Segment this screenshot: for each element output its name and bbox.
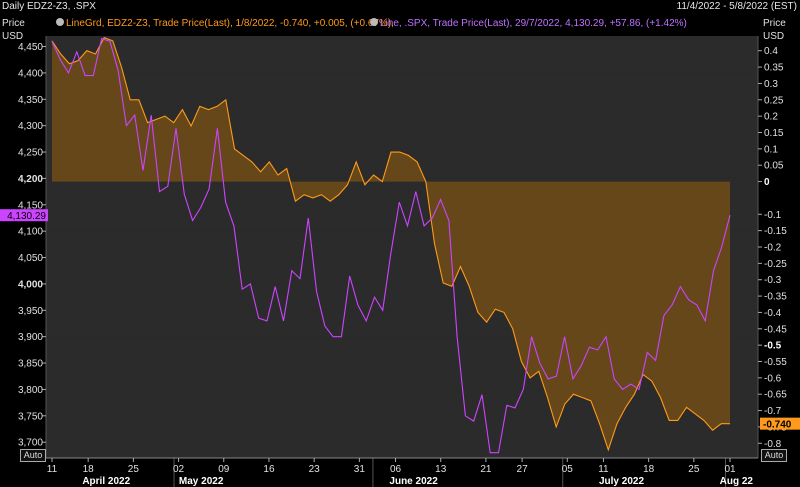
left-tick-label: 3,850: [18, 359, 43, 370]
x-tick-label: 05: [562, 464, 574, 475]
x-month-label: May 2022: [179, 476, 224, 487]
left-tick-label: 3,950: [18, 306, 43, 317]
right-tick-label: -0.2: [764, 243, 782, 254]
left-tick-label: 3,700: [18, 438, 43, 449]
right-axis-unit: USD: [763, 31, 784, 42]
left-tick-label: 4,300: [18, 121, 43, 132]
x-tick-label: 09: [218, 464, 230, 475]
right-tick-label: -0.55: [764, 357, 787, 368]
legend-edz: LineGrd, EDZ2-Z3, Trade Price(Last), 1/8…: [66, 18, 394, 29]
edz-last-value-label: -0.740: [763, 420, 792, 431]
left-tick-label: 4,400: [18, 68, 43, 79]
spx-last-value-label: 4,130.29: [7, 211, 46, 222]
legend: LineGrd, EDZ2-Z3, Trade Price(Last), 1/8…: [56, 18, 687, 29]
x-tick-label: 25: [128, 464, 140, 475]
right-axis-title: Price: [763, 18, 786, 29]
right-tick-label: 0.05: [764, 161, 784, 172]
right-tick-label: -0.1: [764, 210, 782, 221]
legend-icon-spx: [370, 18, 378, 26]
right-tick-label: -0.15: [764, 226, 787, 237]
x-tick-label: 25: [688, 464, 700, 475]
right-tick-label: -0.45: [764, 324, 787, 335]
left-axis-unit: USD: [2, 31, 23, 42]
chart-canvas[interactable]: 4,4504,4004,3504,3004,2504,2004,1504,100…: [0, 0, 800, 487]
right-tick-label: 0.3: [764, 79, 778, 90]
right-tick-label: -0.7: [764, 406, 782, 417]
right-tick-label: 0.1: [764, 144, 778, 155]
right-tick-label: -0.65: [764, 390, 787, 401]
left-tick-label: 4,200: [18, 174, 43, 185]
left-tick-label: 4,050: [18, 253, 43, 264]
left-axis-title: Price: [2, 18, 25, 29]
x-tick-label: 11: [47, 464, 58, 475]
right-tick-label: 0.15: [764, 128, 784, 139]
right-tick-label: 0.4: [764, 46, 778, 57]
left-tick-label: 4,250: [18, 148, 43, 159]
x-tick-label: 16: [263, 464, 275, 475]
left-tick-label: 3,750: [18, 411, 43, 422]
x-tick-label: 31: [354, 464, 366, 475]
x-tick-label: 21: [480, 464, 492, 475]
auto-scale-right-button[interactable]: Auto: [761, 449, 787, 462]
x-tick-label: 18: [83, 464, 95, 475]
x-tick-label: 23: [309, 464, 321, 475]
right-tick-label: 0.35: [764, 63, 784, 74]
left-tick-label: 3,800: [18, 385, 43, 396]
x-month-label: Aug 22: [720, 476, 754, 487]
left-tick-label: 4,000: [18, 279, 43, 290]
right-tick-label: -0.25: [764, 259, 787, 270]
x-tick-label: 06: [390, 464, 402, 475]
legend-spx: Line, .SPX, Trade Price(Last), 29/7/2022…: [380, 18, 687, 29]
right-tick-label: -0.6: [764, 373, 782, 384]
x-tick-label: 18: [643, 464, 655, 475]
right-tick-label: -0.5: [764, 341, 782, 352]
right-tick-label: -0.4: [764, 308, 782, 319]
right-tick-label: 0.2: [764, 112, 778, 123]
x-month-label: April 2022: [82, 476, 130, 487]
right-tick-label: 0.25: [764, 95, 784, 106]
x-month-label: July 2022: [599, 476, 644, 487]
right-tick-label: -0.3: [764, 275, 782, 286]
right-tick-label: -0.35: [764, 292, 787, 303]
x-tick-label: 02: [173, 464, 185, 475]
x-tick-label: 27: [517, 464, 529, 475]
left-tick-label: 4,350: [18, 95, 43, 106]
right-tick-label: 0: [764, 177, 770, 188]
x-tick-label: 13: [435, 464, 447, 475]
auto-scale-left-button[interactable]: Auto: [20, 449, 46, 462]
left-tick-label: 4,100: [18, 227, 43, 238]
x-month-label: June 2022: [389, 476, 438, 487]
x-tick-label: 01: [724, 464, 736, 475]
left-tick-label: 3,900: [18, 332, 43, 343]
left-tick-label: 4,450: [18, 42, 43, 53]
legend-icon-edz: [56, 18, 64, 26]
x-tick-label: 11: [598, 464, 609, 475]
